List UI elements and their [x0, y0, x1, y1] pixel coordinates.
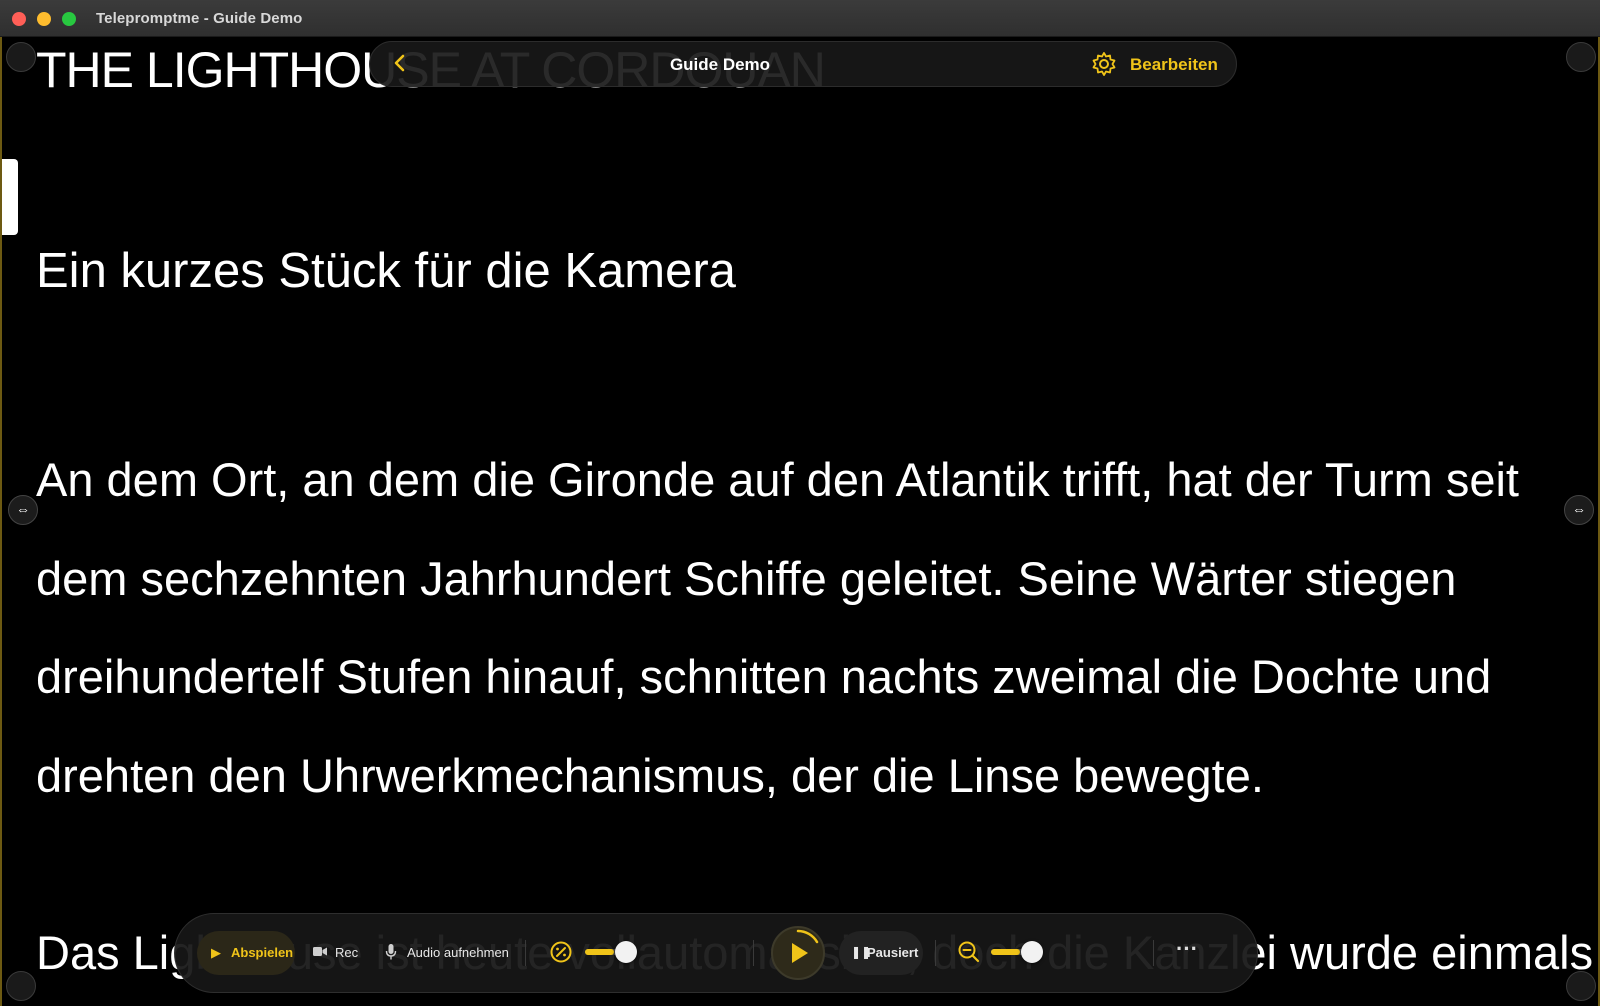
ellipsis-icon: ···: [1176, 936, 1198, 961]
more-options-button[interactable]: ···: [1165, 931, 1209, 975]
speed-gauge-icon[interactable]: [549, 940, 573, 964]
divider: [525, 940, 526, 966]
gear-icon: [1092, 52, 1116, 76]
zoom-slider[interactable]: [991, 940, 1043, 964]
corner-resize-handle-bottom-right[interactable]: [1566, 971, 1596, 1001]
corner-resize-handle-top-left[interactable]: [6, 42, 36, 72]
script-paragraph: An dem Ort, an dem die Gironde auf den A…: [36, 453, 1519, 802]
play-mode-label: Abspielen: [231, 945, 294, 960]
playback-status-label: Pausiert: [867, 945, 919, 960]
divider: [1153, 940, 1154, 966]
corner-resize-handle-top-right[interactable]: [1566, 42, 1596, 72]
zoom-slider-fill: [991, 949, 1020, 955]
speed-slider-knob[interactable]: [614, 941, 637, 963]
divider: [935, 940, 936, 966]
play-mode-button[interactable]: ▶ Abspielen: [197, 931, 295, 975]
zoom-out-icon[interactable]: [957, 940, 981, 964]
script-subtitle: Ein kurzes Stück für die Kamera: [36, 244, 736, 298]
right-width-handle[interactable]: ⇔: [1564, 495, 1594, 525]
page-title: Guide Demo: [669, 55, 771, 74]
play-pause-button[interactable]: [771, 926, 825, 980]
record-video-button[interactable]: Rec: [309, 931, 369, 975]
close-window-button[interactable]: [12, 12, 26, 26]
play-icon: [792, 929, 819, 963]
horizontal-arrows-icon: ⇔: [16, 501, 30, 517]
play-icon: ▶: [211, 945, 221, 960]
microphone-icon: [385, 944, 397, 960]
record-audio-label: Audio aufnehmen: [407, 945, 509, 960]
divider: [753, 940, 754, 966]
reading-marker[interactable]: [2, 159, 18, 235]
horizontal-arrows-icon: ⇔: [1572, 501, 1586, 517]
top-navigation-bar: Guide Demo Bearbeiten: [369, 41, 1237, 87]
speed-slider-fill: [585, 949, 614, 955]
speed-slider[interactable]: [585, 940, 637, 964]
zoom-slider-knob[interactable]: [1020, 941, 1043, 963]
record-audio-button[interactable]: Audio aufnehmen: [381, 931, 511, 975]
left-width-handle[interactable]: ⇔: [8, 495, 38, 525]
prompter-stage[interactable]: THE LIGHTHOUSE AT CORDOUAN Ein kurzes St…: [0, 37, 1600, 1006]
zoom-window-button[interactable]: [62, 12, 76, 26]
video-camera-icon: [313, 947, 327, 956]
edit-button-label: Bearbeiten: [1130, 55, 1218, 74]
playback-control-bar: ▶ Abspielen Rec Audio aufnehmen ❚❚ Pausi…: [174, 913, 1258, 993]
minimize-window-button[interactable]: [37, 12, 51, 26]
corner-resize-handle-bottom-left[interactable]: [6, 971, 36, 1001]
window-titlebar: Telepromptme - Guide Demo: [0, 0, 1600, 37]
playback-status-button[interactable]: ❚❚ Pausiert: [839, 931, 923, 975]
record-video-label: Rec: [335, 945, 359, 960]
window-title: Telepromptme - Guide Demo: [96, 10, 303, 27]
edit-button[interactable]: Bearbeiten: [1090, 50, 1220, 78]
